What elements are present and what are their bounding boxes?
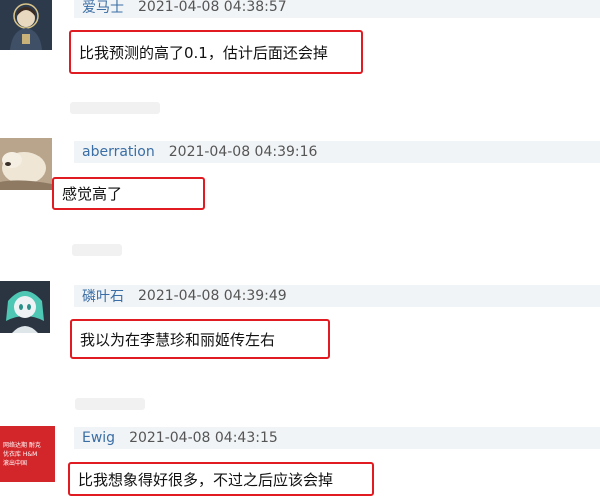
comment-header: 爱马士 2021-04-08 04:38:57 (74, 0, 600, 18)
blurred-text (70, 102, 160, 114)
sleeping-dog-avatar[interactable] (0, 138, 52, 190)
comment-text: 比我预测的高了0.1，估计后面还会掉 (69, 30, 363, 74)
comment-header: Ewig 2021-04-08 04:43:15 (74, 427, 600, 449)
avatar-text-line: 网络达期 耐克 (3, 441, 41, 449)
blurred-text (72, 244, 122, 256)
comment-timestamp: 2021-04-08 04:43:15 (129, 430, 278, 446)
avatar-text-line: 优衣库 H&M (3, 450, 38, 458)
red-news-avatar[interactable]: 网络达期 耐克 优衣库 H&M 滚出中国 (0, 426, 55, 482)
username-link[interactable]: Ewig (82, 430, 115, 446)
comment-timestamp: 2021-04-08 04:38:57 (138, 0, 287, 15)
comment-text: 感觉高了 (52, 177, 205, 210)
comment-text: 我以为在李慧珍和丽姬传左右 (70, 319, 330, 359)
comment-header: aberration 2021-04-08 04:39:16 (74, 141, 600, 163)
username-link[interactable]: 爱马士 (82, 0, 124, 17)
comment-text-content: 感觉高了 (62, 185, 123, 203)
anime-portrait-avatar[interactable] (0, 0, 52, 50)
avatar-text-line: 滚出中国 (3, 459, 28, 467)
comment-text-content: 比我预测的高了0.1，估计后面还会掉 (79, 43, 328, 62)
comment-timestamp: 2021-04-08 04:39:49 (138, 288, 287, 304)
comment-text-content: 比我想象得好很多，不过之后应该会掉 (78, 470, 334, 489)
comment-header: 磷叶石 2021-04-08 04:39:49 (74, 285, 600, 307)
username-link[interactable]: 磷叶石 (82, 286, 124, 306)
comment-timestamp: 2021-04-08 04:39:16 (168, 144, 318, 160)
anime-character-avatar[interactable] (0, 281, 50, 333)
blurred-text (75, 398, 145, 410)
username-link[interactable]: aberration (82, 144, 155, 160)
comment-text: 比我想象得好很多，不过之后应该会掉 (68, 462, 374, 496)
comment-text-content: 我以为在李慧珍和丽姬传左右 (80, 330, 276, 349)
